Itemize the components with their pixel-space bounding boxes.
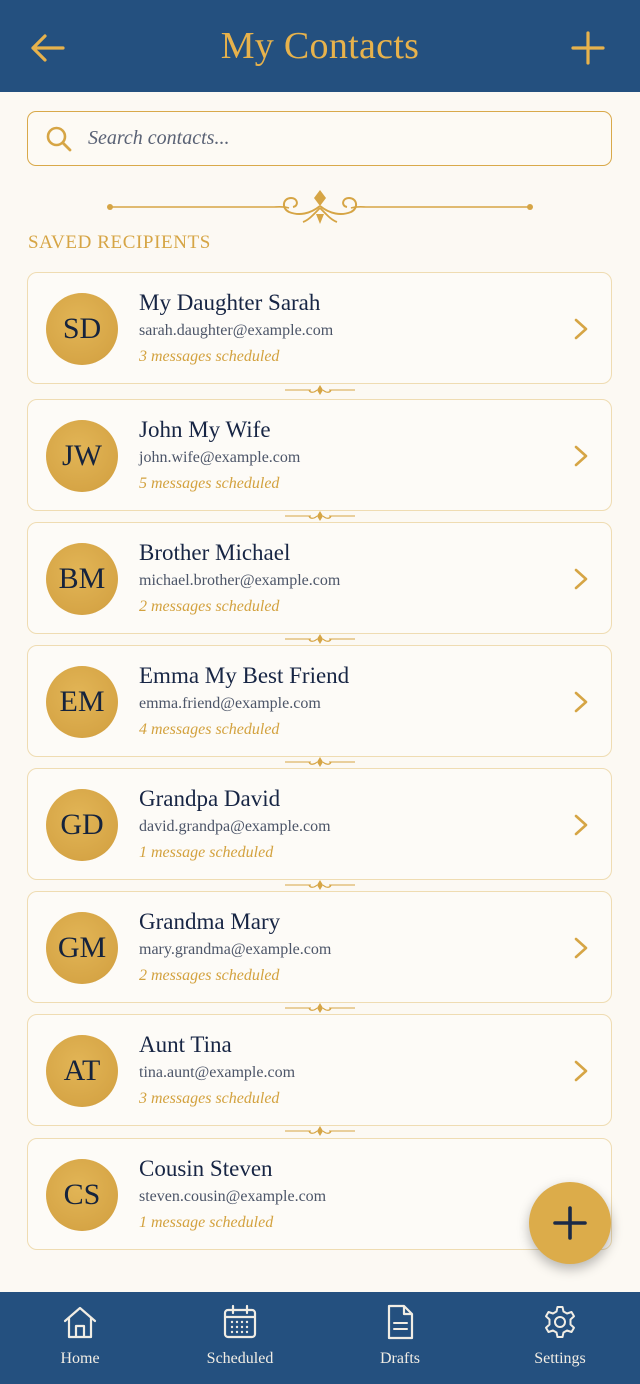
avatar: GD bbox=[46, 789, 118, 861]
contact-email: john.wife@example.com bbox=[139, 449, 301, 466]
ornament-icon bbox=[285, 634, 355, 644]
ornament-icon bbox=[285, 385, 355, 395]
avatar: CS bbox=[46, 1159, 118, 1231]
ornament-divider bbox=[107, 190, 533, 224]
nav-label: Home bbox=[60, 1350, 100, 1367]
plus-icon bbox=[571, 31, 605, 65]
home-icon bbox=[62, 1304, 98, 1340]
contact-name: Aunt Tina bbox=[139, 1032, 232, 1057]
chevron-right-icon bbox=[574, 814, 588, 836]
scheduled-count: 2 messages scheduled bbox=[139, 967, 280, 984]
contact-name: Emma My Best Friend bbox=[139, 663, 350, 688]
contact-name: My Daughter Sarah bbox=[139, 290, 321, 315]
avatar: SD bbox=[46, 293, 118, 365]
avatar: EM bbox=[46, 666, 118, 738]
ornament-icon bbox=[285, 757, 355, 767]
nav-drafts[interactable]: Drafts bbox=[320, 1292, 480, 1384]
avatar: AT bbox=[46, 1035, 118, 1107]
chevron-right-icon bbox=[574, 691, 588, 713]
scheduled-count: 1 message scheduled bbox=[139, 844, 274, 861]
ornament-icon bbox=[285, 880, 355, 890]
avatar: GM bbox=[46, 912, 118, 984]
scheduled-count: 1 message scheduled bbox=[139, 1214, 274, 1231]
gear-icon bbox=[542, 1304, 578, 1340]
contact-name: Grandma Mary bbox=[139, 909, 281, 934]
ornament-icon bbox=[285, 1003, 355, 1013]
contact-card[interactable]: JW John My Wife john.wife@example.com 5 … bbox=[27, 399, 612, 511]
chevron-right-icon bbox=[574, 445, 588, 467]
contact-email: david.grandpa@example.com bbox=[139, 818, 331, 835]
scheduled-count: 5 messages scheduled bbox=[139, 475, 280, 492]
scheduled-count: 2 messages scheduled bbox=[139, 598, 280, 615]
contact-email: mary.grandma@example.com bbox=[139, 941, 332, 958]
scheduled-count: 4 messages scheduled bbox=[139, 721, 280, 738]
scheduled-count: 3 messages scheduled bbox=[139, 1090, 280, 1107]
document-icon bbox=[382, 1304, 418, 1340]
contact-name: Cousin Steven bbox=[139, 1156, 273, 1181]
back-button[interactable] bbox=[25, 26, 69, 70]
chevron-right-icon bbox=[574, 1060, 588, 1082]
page-title: My Contacts bbox=[220, 25, 420, 67]
contact-name: Brother Michael bbox=[139, 540, 291, 565]
contact-email: michael.brother@example.com bbox=[139, 572, 341, 589]
contact-email: steven.cousin@example.com bbox=[139, 1188, 327, 1205]
contact-card[interactable]: SD My Daughter Sarah sarah.daughter@exam… bbox=[27, 272, 612, 384]
chevron-right-icon bbox=[574, 568, 588, 590]
scheduled-count: 3 messages scheduled bbox=[139, 348, 280, 365]
section-label: SAVED RECIPIENTS bbox=[28, 232, 211, 253]
contact-email: tina.aunt@example.com bbox=[139, 1064, 296, 1081]
avatar: JW bbox=[46, 420, 118, 492]
nav-scheduled[interactable]: Scheduled bbox=[160, 1292, 320, 1384]
contact-name: John My Wife bbox=[139, 417, 271, 442]
contact-card[interactable]: BM Brother Michael michael.brother@examp… bbox=[27, 522, 612, 634]
nav-label: Scheduled bbox=[206, 1350, 274, 1367]
ornament-icon bbox=[285, 1126, 355, 1136]
add-fab-button[interactable] bbox=[529, 1182, 611, 1264]
nav-home[interactable]: Home bbox=[0, 1292, 160, 1384]
avatar: BM bbox=[46, 543, 118, 615]
contact-email: sarah.daughter@example.com bbox=[139, 322, 334, 339]
nav-label: Settings bbox=[534, 1350, 586, 1367]
bottom-nav: Home Scheduled Drafts Settings bbox=[0, 1292, 640, 1384]
plus-icon bbox=[553, 1206, 587, 1240]
nav-settings[interactable]: Settings bbox=[480, 1292, 640, 1384]
add-contact-button[interactable] bbox=[566, 26, 610, 70]
contact-card[interactable]: EM Emma My Best Friend emma.friend@examp… bbox=[27, 645, 612, 757]
calendar-icon bbox=[222, 1304, 258, 1340]
arrow-left-icon bbox=[31, 34, 65, 62]
search-input[interactable] bbox=[88, 127, 568, 150]
ornament-icon bbox=[285, 511, 355, 521]
chevron-right-icon bbox=[574, 318, 588, 340]
contact-card[interactable]: GD Grandpa David david.grandpa@example.c… bbox=[27, 768, 612, 880]
contact-card[interactable]: AT Aunt Tina tina.aunt@example.com 3 mes… bbox=[27, 1014, 612, 1126]
contact-card[interactable]: CS Cousin Steven steven.cousin@example.c… bbox=[27, 1138, 612, 1250]
contact-email: emma.friend@example.com bbox=[139, 695, 321, 712]
contact-card[interactable]: GM Grandma Mary mary.grandma@example.com… bbox=[27, 891, 612, 1003]
search-bar[interactable] bbox=[27, 111, 612, 166]
search-icon bbox=[44, 124, 74, 154]
nav-label: Drafts bbox=[380, 1350, 420, 1367]
chevron-right-icon bbox=[574, 937, 588, 959]
app-header: My Contacts bbox=[0, 0, 640, 92]
contact-name: Grandpa David bbox=[139, 786, 281, 811]
